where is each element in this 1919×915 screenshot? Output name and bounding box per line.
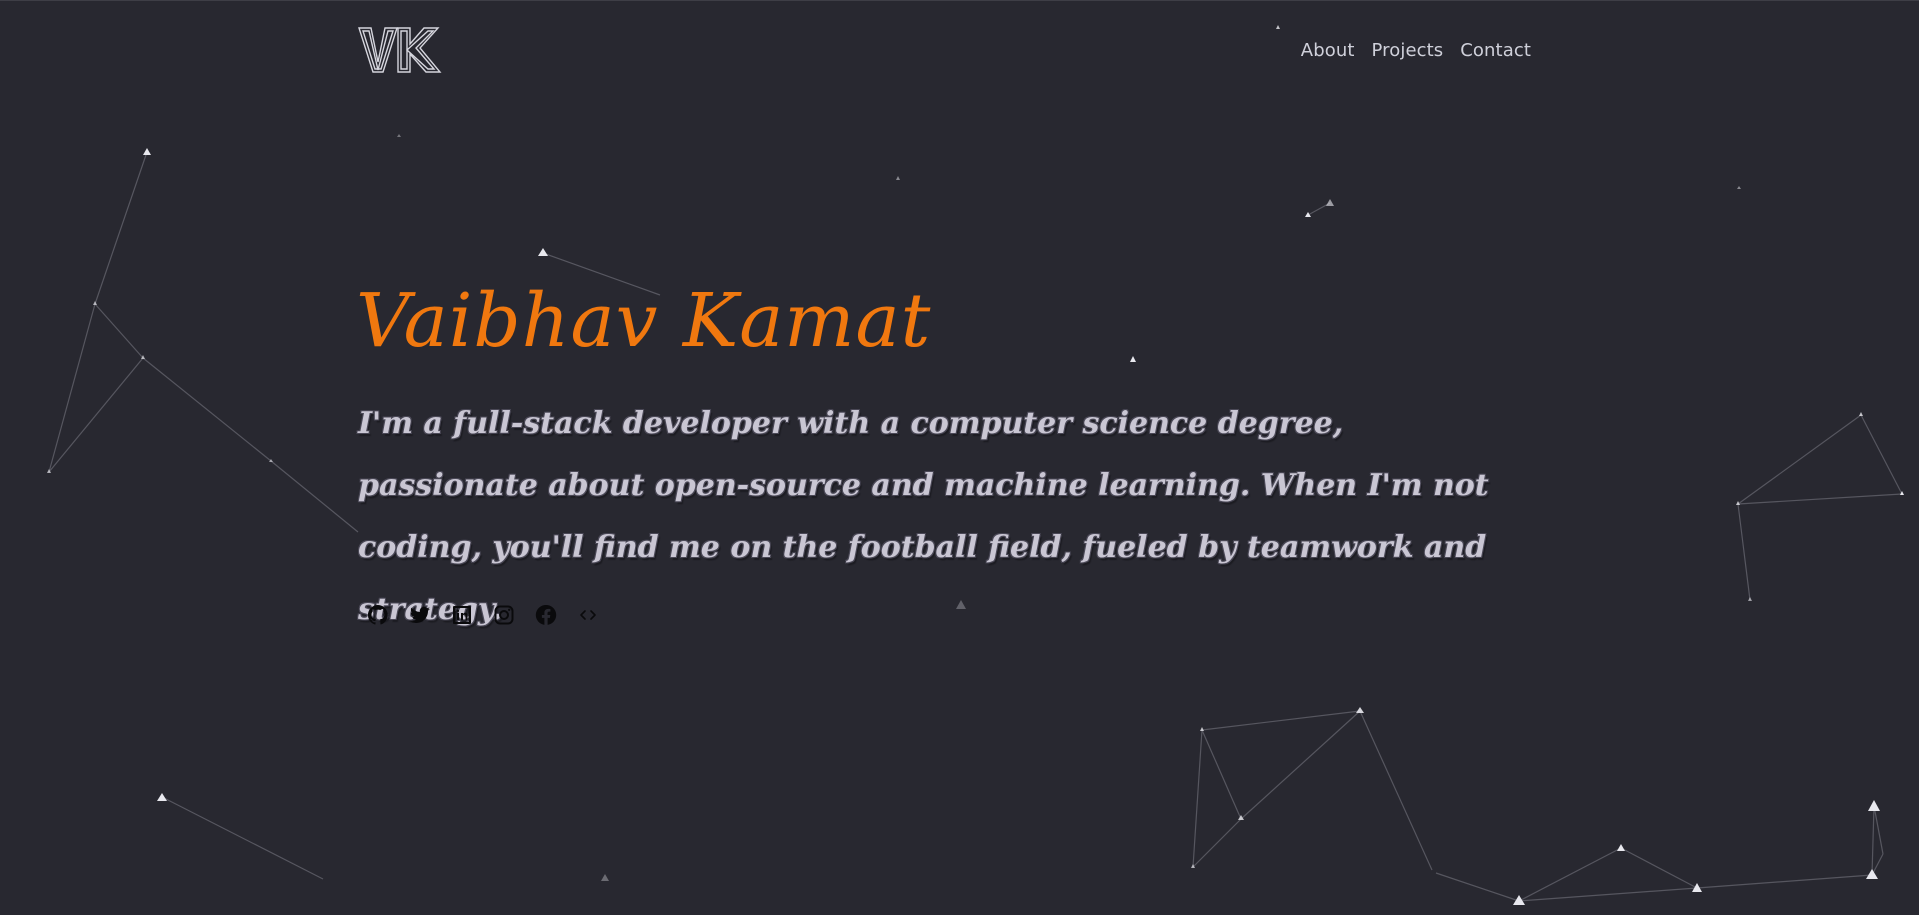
code-icon[interactable] (576, 603, 600, 627)
social-links (366, 603, 600, 627)
hero-name: Vaibhav Kamat (356, 278, 932, 364)
instagram-icon[interactable] (492, 603, 516, 627)
twitter-icon[interactable] (408, 603, 432, 627)
linkedin-icon[interactable] (450, 603, 474, 627)
logo[interactable]: VK (358, 26, 444, 76)
nav-contact[interactable]: Contact (1460, 40, 1531, 61)
nav-projects[interactable]: Projects (1372, 40, 1444, 61)
facebook-icon[interactable] (534, 603, 558, 627)
nav-about[interactable]: About (1301, 40, 1355, 61)
github-icon[interactable] (366, 603, 390, 627)
main-nav: About Projects Contact (1301, 40, 1531, 61)
